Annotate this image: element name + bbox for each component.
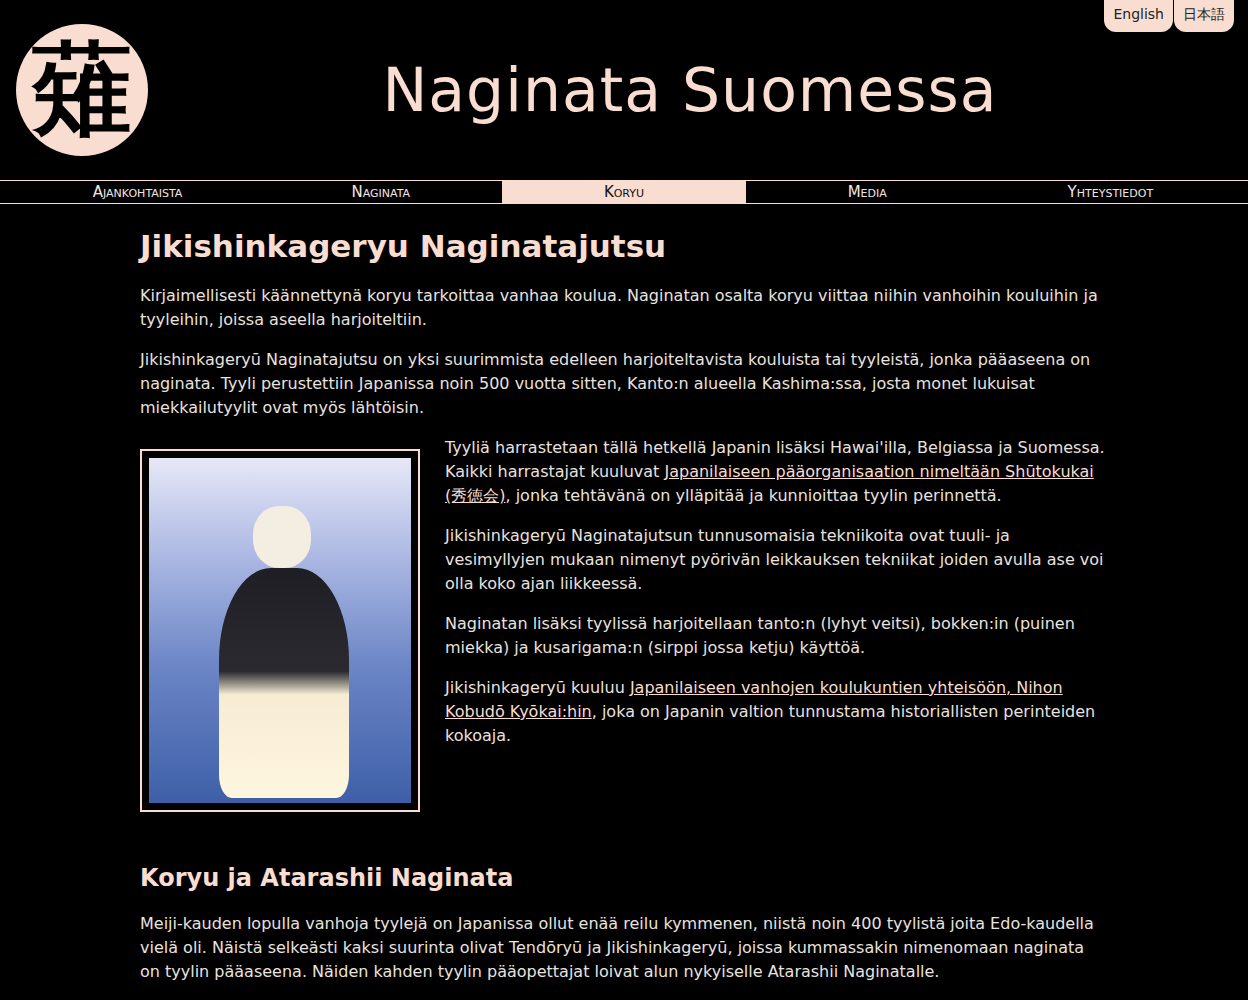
language-button[interactable]: 日本語 xyxy=(1174,0,1234,32)
article-body: Tyyliä harrastetaan tällä hetkellä Japan… xyxy=(140,436,1108,828)
content: Jikishinkageryu Naginatajutsu Kirjaimelli… xyxy=(0,226,1248,1000)
page: 薙Naginata Suomessa English日本語 Ajankohtaist… xyxy=(0,0,1248,1000)
site-title: Naginata Suomessa xyxy=(148,55,1232,125)
photo xyxy=(149,458,411,803)
nav-item[interactable]: Koryu xyxy=(502,181,745,203)
site-header: 薙Naginata Suomessa English日本語 xyxy=(0,0,1248,180)
photo-frame xyxy=(140,449,420,812)
paragraph: Kirjaimellisesti käännettynä koryu tarko… xyxy=(140,284,1108,332)
section-title: Koryu ja Atarashii Naginata xyxy=(140,862,1108,894)
nav-item[interactable]: Yhteystiedot xyxy=(989,181,1232,203)
main-nav: AjankohtaistaNaginataKoryuMediaYhteystie… xyxy=(0,180,1248,204)
nav-item[interactable]: Naginata xyxy=(259,181,502,203)
nav-item[interactable]: Ajankohtaista xyxy=(16,181,259,203)
language-button[interactable]: English xyxy=(1104,0,1173,32)
article-title: Jikishinkageryu Naginatajutsu xyxy=(140,226,1108,266)
language-switcher: English日本語 xyxy=(1104,0,1234,32)
paragraph: Jikishinkageryū Naginatajutsu on yksi su… xyxy=(140,348,1108,420)
nav-item[interactable]: Media xyxy=(746,181,989,203)
logo-icon[interactable]: 薙 xyxy=(16,24,148,156)
paragraph: Meiji-kauden lopulla vanhoja tyylejä on … xyxy=(140,912,1108,984)
